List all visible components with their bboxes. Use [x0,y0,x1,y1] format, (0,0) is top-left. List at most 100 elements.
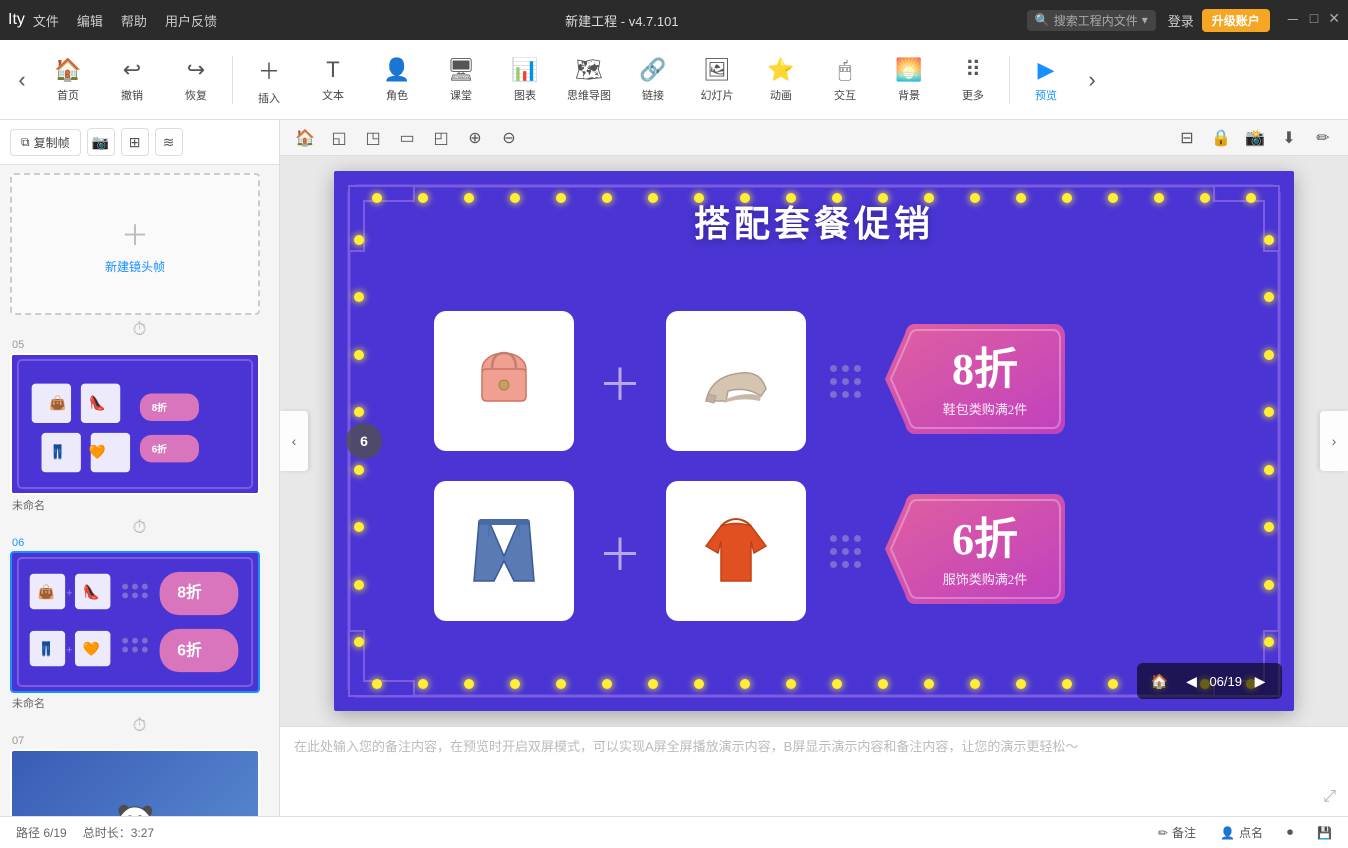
lock-icon[interactable]: 🔒 [1208,125,1234,151]
format-button[interactable]: ≋ [155,128,183,156]
screenshot-icon[interactable]: 📸 [1242,125,1268,151]
prev-ctrl-button[interactable]: ◀ [1177,667,1205,695]
slide-divider-3[interactable]: ⏱ [10,715,269,735]
dots-row-6 [830,561,861,568]
bg-icon: 🌅 [895,57,922,83]
animation-button[interactable]: ⭐ 动画 [749,44,813,116]
zoom-in-icon[interactable]: ⊕ [462,125,488,151]
save-action[interactable]: 💾 [1317,826,1332,840]
canvas-wrapper: ‹ [280,156,1348,726]
menu-feedback[interactable]: 用户反馈 [165,11,217,30]
search-box[interactable]: 🔍 搜索工程内文件 ▾ [1027,10,1156,31]
format-icon: ≋ [163,134,175,151]
slide-next-button[interactable]: › [1320,411,1348,471]
window-controls: － □ ✕ [1286,10,1340,30]
redo-icon: ↪ [187,57,205,83]
nav-forward-button[interactable]: › [1078,44,1106,116]
menu-file[interactable]: 文件 [33,11,59,30]
login-button[interactable]: 登录 [1168,11,1194,30]
svg-text:👖: 👖 [49,443,66,460]
bg-button[interactable]: 🌅 背景 [877,44,941,116]
slide-bottom-controls: 🏠 ◀ 06/19 ▶ [1137,663,1282,699]
rollcall-action[interactable]: 👤 点名 [1220,824,1263,841]
new-frame-button[interactable]: ＋ 新建镜头帧 [10,173,260,315]
light-r4 [1264,407,1274,417]
zoom-out-icon[interactable]: ⊖ [496,125,522,151]
light-t5 [556,193,566,203]
slide-thumbnail-05[interactable]: 8折 6折 👜 👠 👖 🧡 [10,353,260,495]
copy-frame-button[interactable]: ⧉ 复制帧 [10,129,81,156]
dot-17 [842,561,849,568]
slide-thumbnail-06[interactable]: 👜 👠 + 8折 [10,551,260,693]
undo-label: 撤销 [121,87,143,103]
light-r2 [1264,292,1274,302]
upgrade-button[interactable]: 升级账户 [1202,9,1270,32]
redo-button[interactable]: ↪ 恢复 [164,44,228,116]
home-ctrl-button[interactable]: 🏠 [1145,667,1173,695]
rec-action[interactable]: ⏺ [1287,825,1293,840]
link-button[interactable]: 🔗 链接 [621,44,685,116]
undo-button[interactable]: ↩ 撤销 [100,44,164,116]
download-icon[interactable]: ⬇ [1276,125,1302,151]
interact-button[interactable]: 🖱 交互 [813,44,877,116]
preview-button[interactable]: ▶ 预览 [1014,44,1078,116]
lights-bottom [354,679,1274,689]
menu-bar: 文件 编辑 帮助 用户反馈 [33,11,217,30]
notes-action[interactable]: ✏ 备注 [1158,824,1196,841]
slide-button[interactable]: 🖼 幻灯片 [685,44,749,116]
dot-15 [854,548,861,555]
arrow-dots-2 [830,535,861,568]
nav-back-button[interactable]: ‹ [8,44,36,116]
mindmap-button[interactable]: 🗺 思维导图 [557,44,621,116]
camera-button[interactable]: 📷 [87,128,115,156]
plus-sign-1: ＋ [598,349,642,413]
slide-divider-2[interactable]: ⏱ [10,517,269,537]
dots-row-4 [830,535,861,542]
discount-tag-2-wrapper: 6折 服饰类购满2件 [885,494,1065,609]
shape-icon-3[interactable]: ▭ [394,125,420,151]
edit-icon[interactable]: ✏ [1310,125,1336,151]
light-b4 [510,679,520,689]
align-icon[interactable]: ⊟ [1174,125,1200,151]
light-b12 [878,679,888,689]
bg-label: 背景 [898,87,920,103]
home-button[interactable]: 🏠 首页 [36,44,100,116]
dot-12 [854,535,861,542]
insert-button[interactable]: ＋ 插入 [237,44,301,116]
shape-icon-2[interactable]: ◳ [360,125,386,151]
main-area: ⧉ 复制帧 📷 ⊞ ≋ ＋ 新建镜头帧 ⏱ [0,120,1348,816]
light-r5 [1264,465,1274,475]
shape-icon-1[interactable]: ◱ [326,125,352,151]
slide-frame-badge: 6 [346,423,382,459]
more-button[interactable]: ⠿ 更多 [941,44,1005,116]
svg-text:🧡: 🧡 [89,443,107,459]
insert-label: 插入 [258,90,280,106]
text-button[interactable]: T 文本 [301,44,365,116]
shape-icon-4[interactable]: ◰ [428,125,454,151]
dot-16 [830,561,837,568]
maximize-button[interactable]: □ [1310,10,1318,30]
rollcall-action-icon: 👤 [1220,826,1235,840]
menu-help[interactable]: 帮助 [121,11,147,30]
classroom-button[interactable]: 🖥 课堂 [429,44,493,116]
menu-edit[interactable]: 编辑 [77,11,103,30]
chart-button[interactable]: 📊 图表 [493,44,557,116]
slide-thumbnail-07[interactable]: 🐼 [10,749,260,816]
light-r7 [1264,580,1274,590]
next-ctrl-button[interactable]: ▶ [1246,667,1274,695]
discount-tag-1-wrapper: 8折 鞋包类购满2件 [885,324,1065,439]
minimize-button[interactable]: － [1286,10,1300,30]
text-label: 文本 [322,87,344,103]
close-button[interactable]: ✕ [1328,10,1340,30]
home-shape-icon[interactable]: 🏠 [292,125,318,151]
role-button[interactable]: 👤 角色 [365,44,429,116]
light-t1 [372,193,382,203]
notes-expand-button[interactable]: ⤢ [1323,788,1336,806]
svg-text:+: + [66,644,72,656]
resize-icon: ⊞ [129,134,141,151]
resize-button[interactable]: ⊞ [121,128,149,156]
link-icon: 🔗 [639,57,666,83]
slide-prev-button[interactable]: ‹ [280,411,308,471]
dot-11 [842,535,849,542]
slide-divider-1[interactable]: ⏱ [10,319,269,339]
